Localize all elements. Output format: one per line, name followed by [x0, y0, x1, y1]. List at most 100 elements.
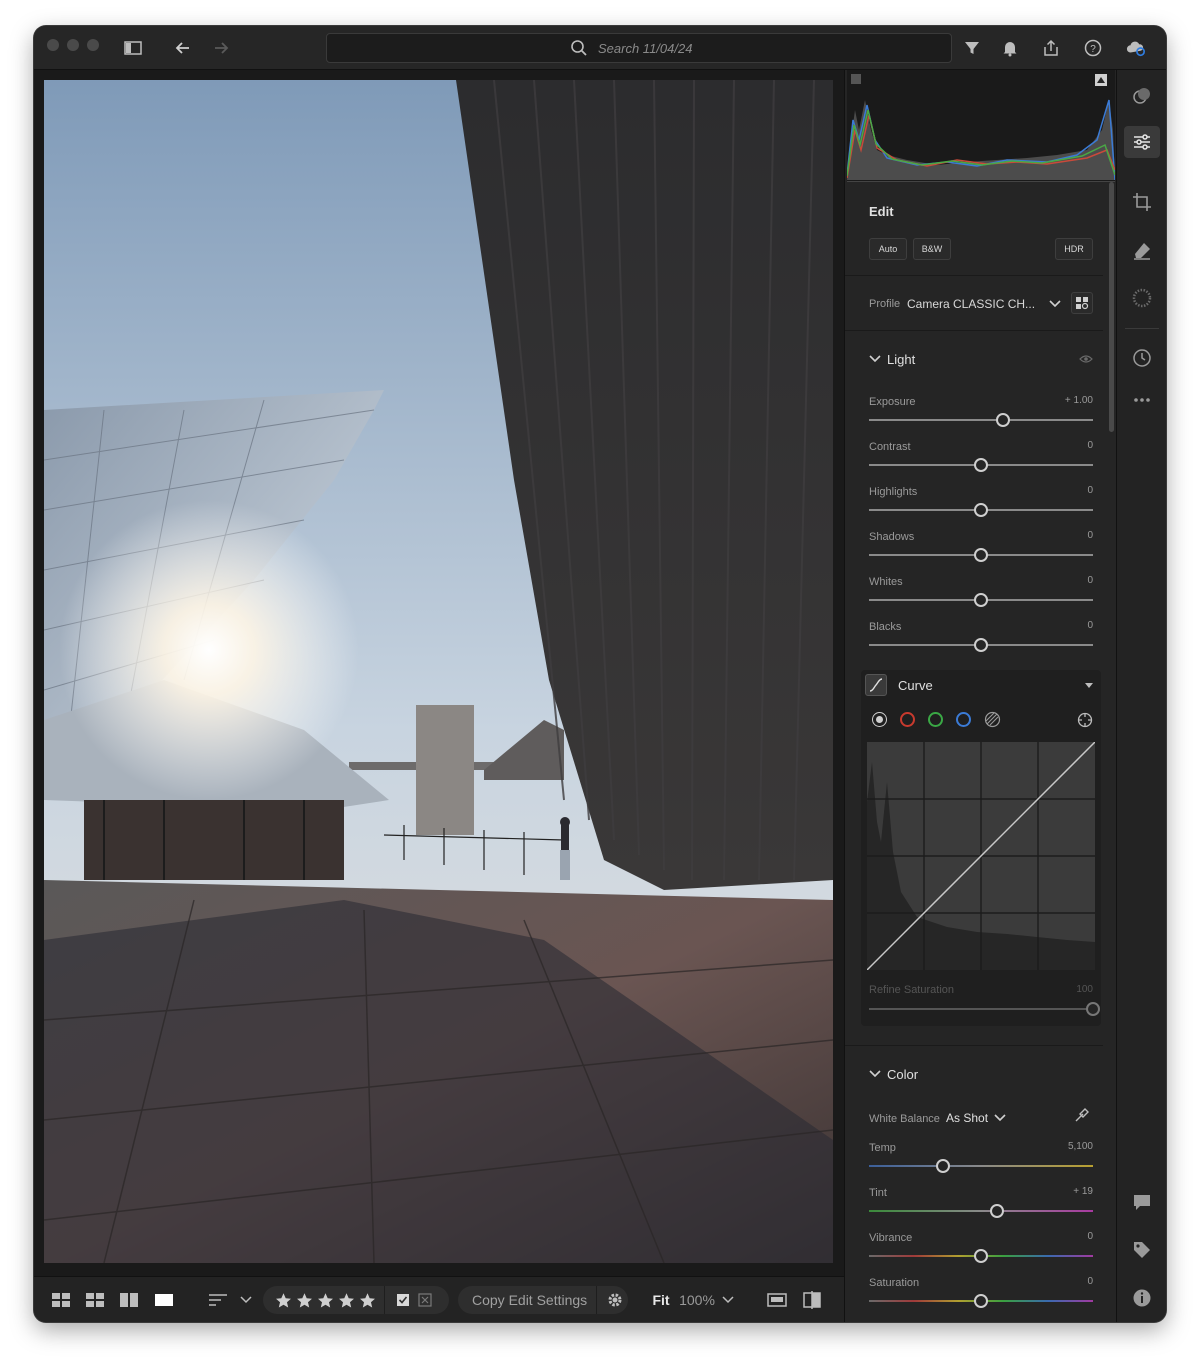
bottom-toolbar: Copy Edit Settings Fit 100%	[34, 1276, 844, 1322]
close-window-button[interactable]	[47, 39, 59, 51]
minimize-window-button[interactable]	[67, 39, 79, 51]
profile-dropdown[interactable]: Camera CLASSIC CH...	[907, 294, 1067, 314]
fit-zoom-button[interactable]: Fit	[646, 1277, 676, 1322]
before-after-icon[interactable]	[800, 1277, 824, 1322]
light-slider-handle[interactable]	[974, 458, 988, 472]
curve-channel-green[interactable]	[928, 712, 943, 727]
share-icon[interactable]	[1039, 36, 1063, 60]
light-slider-value[interactable]: 0	[1033, 620, 1093, 631]
crop-icon[interactable]	[1130, 190, 1154, 214]
star-icon[interactable]	[275, 1292, 292, 1309]
light-slider-value[interactable]: 0	[1033, 440, 1093, 451]
healing-eraser-icon[interactable]	[1130, 238, 1154, 262]
color-slider-handle[interactable]	[974, 1249, 988, 1263]
search-bar[interactable]	[326, 33, 952, 63]
zoom-window-button[interactable]	[87, 39, 99, 51]
detail-view-icon[interactable]	[152, 1277, 176, 1322]
color-slider-track[interactable]	[869, 1210, 1093, 1212]
refine-saturation-value: 100	[1076, 984, 1093, 995]
light-chevron-down-icon	[869, 355, 881, 363]
cloud-sync-icon[interactable]	[1124, 36, 1148, 60]
flag-pick-icon[interactable]	[395, 1292, 411, 1308]
light-slider-handle[interactable]	[974, 638, 988, 652]
sort-icon[interactable]	[204, 1277, 232, 1322]
refine-saturation-label: Refine Saturation	[869, 984, 954, 996]
color-slider-value[interactable]: + 19	[1033, 1186, 1093, 1197]
star-rating[interactable]	[275, 1292, 376, 1309]
color-slider-handle[interactable]	[935, 1159, 950, 1173]
bell-icon[interactable]	[998, 36, 1022, 60]
light-slider-value[interactable]: 0	[1033, 575, 1093, 586]
presets-icon[interactable]	[1130, 84, 1154, 108]
light-slider-track[interactable]	[869, 419, 1093, 421]
auto-button[interactable]: Auto	[869, 238, 907, 260]
tag-icon[interactable]	[1130, 1238, 1154, 1262]
color-slider-track[interactable]	[869, 1165, 1093, 1167]
photo-image[interactable]	[44, 80, 833, 1263]
masking-icon[interactable]	[1130, 286, 1154, 310]
curve-channel-parametric-icon[interactable]	[984, 711, 1001, 728]
color-slider-label: Vibrance	[869, 1232, 913, 1244]
search-input[interactable]	[598, 40, 708, 56]
copy-edit-settings-button[interactable]: Copy Edit Settings	[472, 1292, 596, 1308]
hdr-button[interactable]: HDR	[1055, 238, 1093, 260]
photo-viewer	[34, 70, 844, 1276]
light-slider-value[interactable]: 0	[1033, 485, 1093, 496]
forward-arrow-icon[interactable]	[209, 36, 233, 60]
zoom-chevron-down-icon[interactable]	[720, 1277, 736, 1322]
panel-scrollbar[interactable]	[1109, 182, 1114, 432]
color-slider-value[interactable]: 0	[1033, 1276, 1093, 1287]
curve-target-adjust-icon[interactable]	[1077, 712, 1093, 728]
refine-saturation-handle[interactable]	[1086, 1002, 1100, 1016]
info-icon[interactable]	[1130, 1286, 1154, 1310]
curve-icon[interactable]	[865, 674, 887, 696]
star-icon[interactable]	[338, 1292, 355, 1309]
curve-channel-red[interactable]	[900, 712, 915, 727]
copy-edit-settings-group: Copy Edit Settings	[458, 1286, 628, 1314]
eyedropper-icon[interactable]	[1073, 1106, 1091, 1124]
photo-grid-view-icon[interactable]	[84, 1277, 106, 1322]
eye-icon[interactable]	[1079, 354, 1093, 364]
star-icon[interactable]	[296, 1292, 313, 1309]
light-slider-handle[interactable]	[974, 503, 988, 517]
color-slider-value[interactable]: 0	[1033, 1231, 1093, 1242]
color-slider-handle[interactable]	[989, 1204, 1004, 1218]
curve-channel-point[interactable]	[872, 712, 887, 727]
curve-graph[interactable]	[866, 741, 1096, 971]
comment-icon[interactable]	[1130, 1190, 1154, 1214]
light-slider-value[interactable]: 0	[1033, 530, 1093, 541]
more-options-icon[interactable]	[1130, 388, 1154, 412]
curve-channel-blue[interactable]	[956, 712, 971, 727]
color-slider-value[interactable]: 5,100	[1033, 1141, 1093, 1152]
help-icon[interactable]: ?	[1081, 36, 1105, 60]
profile-chevron-down-icon	[1049, 300, 1061, 308]
light-slider-handle[interactable]	[974, 593, 988, 607]
gear-icon[interactable]	[606, 1291, 624, 1309]
sort-chevron-down-icon[interactable]	[238, 1277, 254, 1322]
curve-menu-triangle-icon[interactable]	[1085, 683, 1093, 688]
light-section-header[interactable]: Light	[869, 350, 1093, 368]
star-icon[interactable]	[359, 1292, 376, 1309]
profile-browser-icon[interactable]	[1071, 292, 1093, 314]
bw-button[interactable]: B&W	[913, 238, 951, 260]
compare-view-icon[interactable]	[118, 1277, 140, 1322]
shadow-clipping-toggle[interactable]	[851, 74, 861, 84]
zoom-level[interactable]: 100%	[674, 1277, 720, 1322]
profile-label: Profile	[869, 298, 901, 310]
flag-reject-icon[interactable]	[417, 1292, 433, 1308]
back-arrow-icon[interactable]	[171, 36, 195, 60]
square-grid-view-icon[interactable]	[50, 1277, 72, 1322]
sidebar-toggle-icon[interactable]	[121, 36, 145, 60]
history-icon[interactable]	[1130, 346, 1154, 370]
collapse-histogram-icon[interactable]	[1095, 74, 1107, 86]
light-slider-handle[interactable]	[974, 548, 988, 562]
star-icon[interactable]	[317, 1292, 334, 1309]
filter-icon[interactable]	[960, 36, 984, 60]
filmstrip-icon[interactable]	[764, 1277, 790, 1322]
color-slider-handle[interactable]	[974, 1294, 988, 1308]
white-balance-dropdown[interactable]: As Shot	[946, 1109, 1016, 1127]
edit-sliders-icon[interactable]	[1130, 130, 1154, 154]
light-slider-value[interactable]: + 1.00	[1033, 395, 1093, 406]
color-section-header[interactable]: Color	[869, 1065, 1093, 1083]
light-slider-handle[interactable]	[996, 413, 1011, 427]
